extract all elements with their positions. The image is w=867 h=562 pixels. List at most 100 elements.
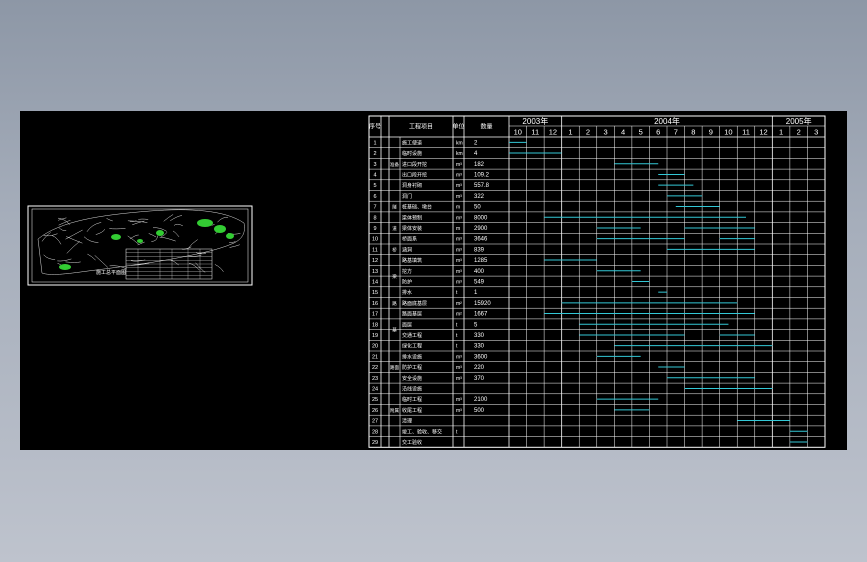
vegetation-patch xyxy=(226,233,234,239)
row-work-item: 收尾工程 xyxy=(402,407,422,414)
row-unit: km xyxy=(456,140,463,146)
month-label: 6 xyxy=(656,128,660,137)
row-quantity: 2 xyxy=(474,140,478,146)
group-label: 道 xyxy=(392,225,397,232)
row-number: 5 xyxy=(373,183,376,189)
row-number: 10 xyxy=(372,237,378,243)
month-label: 11 xyxy=(742,128,750,137)
contour-line xyxy=(173,223,183,227)
row-unit: m xyxy=(456,205,460,211)
row-unit: m³ xyxy=(456,376,462,382)
row-unit: m xyxy=(456,226,460,232)
row-unit: t xyxy=(456,429,458,435)
row-quantity: 322 xyxy=(474,194,485,200)
year-label: 2004年 xyxy=(654,116,680,126)
row-unit: m³ xyxy=(456,354,462,360)
month-label: 12 xyxy=(549,128,557,137)
row-number: 26 xyxy=(372,408,378,414)
month-label: 7 xyxy=(674,128,678,137)
group-label: 隧 xyxy=(392,204,397,211)
row-work-item: 路面基层 xyxy=(402,311,422,318)
contour-line xyxy=(65,261,81,263)
year-label: 2005年 xyxy=(786,116,812,126)
row-quantity: 370 xyxy=(474,376,485,382)
row-work-item: 路面底基层 xyxy=(402,300,427,307)
contour-line xyxy=(41,232,51,242)
row-unit: t xyxy=(456,333,458,339)
row-unit: m³ xyxy=(456,183,462,189)
row-number: 17 xyxy=(372,312,378,318)
header-unit: 单位 xyxy=(452,123,464,131)
row-unit: m³ xyxy=(456,258,462,264)
row-work-item: 梁体安装 xyxy=(402,225,422,232)
row-quantity: 15920 xyxy=(474,301,491,307)
row-number: 1 xyxy=(373,140,376,146)
row-number: 21 xyxy=(372,354,378,360)
row-quantity: 330 xyxy=(474,344,485,350)
row-number: 23 xyxy=(372,376,378,382)
row-work-item: 涵洞 xyxy=(402,246,412,253)
row-number: 25 xyxy=(372,397,378,403)
row-quantity: 4 xyxy=(474,151,478,157)
row-quantity: 549 xyxy=(474,279,485,285)
row-work-item: 出口段开挖 xyxy=(402,171,427,178)
vegetation-patch xyxy=(111,234,121,240)
row-quantity: 8000 xyxy=(474,215,488,221)
row-unit: t xyxy=(456,344,458,350)
row-unit: m³ xyxy=(456,365,462,371)
row-number: 11 xyxy=(372,247,378,253)
row-number: 7 xyxy=(373,205,376,211)
contour-line xyxy=(138,218,149,220)
row-work-item: 防护工程 xyxy=(402,364,422,371)
contour-line xyxy=(188,262,200,271)
row-number: 16 xyxy=(372,301,378,307)
month-label: 1 xyxy=(568,128,572,137)
row-unit: m³ xyxy=(456,215,462,221)
row-work-item: 防护 xyxy=(402,278,412,285)
contour-line xyxy=(94,255,109,268)
row-quantity: 3600 xyxy=(474,354,488,360)
row-quantity: 1 xyxy=(474,290,478,296)
contour-line xyxy=(83,236,99,243)
contour-line xyxy=(170,215,183,222)
row-unit: m³ xyxy=(456,172,462,178)
contour-line xyxy=(148,233,157,238)
contour-line xyxy=(172,230,180,238)
row-unit: m³ xyxy=(456,269,462,275)
contour-line xyxy=(214,264,224,272)
month-label: 10 xyxy=(514,128,522,137)
row-number: 13 xyxy=(372,269,378,275)
vegetation-patch xyxy=(156,230,164,236)
contour-line xyxy=(163,214,174,222)
contour-line xyxy=(65,229,83,240)
row-work-item: 临时设施 xyxy=(402,150,422,157)
month-label: 2 xyxy=(586,128,590,137)
row-work-item: 桩基础、墩台 xyxy=(402,204,432,211)
cad-drawing-canvas[interactable]: 施工总平面图 序号 工程项目 单位 数量 2003年 10 11 12 2004年 1 2 3… xyxy=(20,111,847,450)
month-label: 2 xyxy=(797,128,801,137)
month-label: 11 xyxy=(531,128,539,137)
contour-line xyxy=(57,258,72,262)
row-quantity: 500 xyxy=(474,408,485,414)
row-quantity: 1667 xyxy=(474,312,488,318)
row-quantity: 557.8 xyxy=(474,183,490,189)
row-unit: m² xyxy=(456,301,462,307)
vegetation-patch xyxy=(214,225,226,233)
contour-line xyxy=(66,241,81,254)
site-plan: 施工总平面图 xyxy=(27,205,253,286)
row-number: 28 xyxy=(372,429,378,435)
month-label: 4 xyxy=(621,128,625,137)
row-number: 2 xyxy=(373,151,376,157)
contour-line xyxy=(229,244,240,248)
row-number: 9 xyxy=(373,226,376,232)
row-unit: m³ xyxy=(456,279,462,285)
contour-line xyxy=(106,218,113,222)
group-label: 基 xyxy=(392,327,397,333)
row-number: 8 xyxy=(373,215,376,221)
row-quantity: 5 xyxy=(474,322,478,328)
row-work-item: 梁体预制 xyxy=(402,214,422,221)
group-label: 路 xyxy=(392,300,397,307)
row-number: 27 xyxy=(372,419,378,425)
row-unit: m² xyxy=(456,312,462,318)
row-work-item: 安全设施 xyxy=(402,375,422,382)
